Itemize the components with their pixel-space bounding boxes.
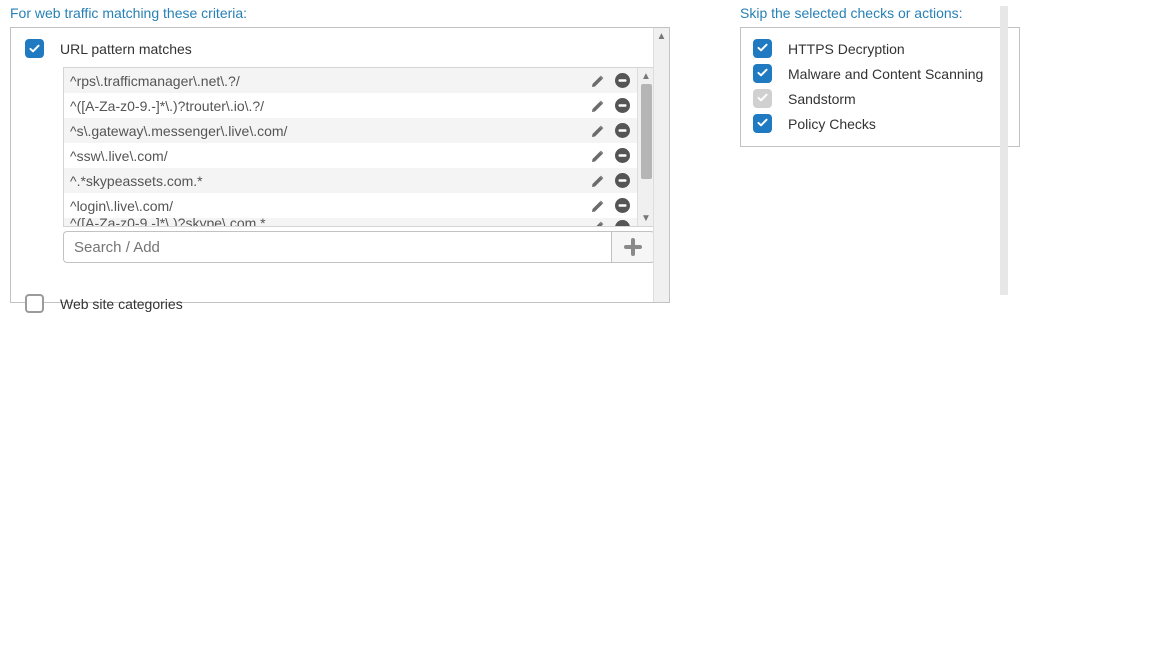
- edit-icon[interactable]: [589, 197, 607, 215]
- list-item: ^.*skypeassets.com.*: [64, 168, 637, 193]
- check-icon: [756, 91, 769, 107]
- add-button[interactable]: [611, 231, 655, 263]
- skip-check-label: Malware and Content Scanning: [788, 66, 983, 82]
- edit-icon[interactable]: [589, 172, 607, 190]
- list-item: ^([A-Za-z0-9.-]*\.)?trouter\.io\.?/: [64, 93, 637, 118]
- list-item: ^([A-Za-z0-9.-]*\.)?skype\.com.*: [64, 218, 637, 226]
- search-input[interactable]: [63, 231, 611, 263]
- edit-icon[interactable]: [589, 122, 607, 140]
- check-icon: [756, 116, 769, 132]
- list-item: ^rps\.trafficmanager\.net\.?/: [64, 68, 637, 93]
- skip-check-row: Policy Checks: [751, 111, 1009, 136]
- url-pattern-label: URL pattern matches: [60, 41, 192, 57]
- right-divider: [1000, 6, 1008, 295]
- list-item-text: ^([A-Za-z0-9.-]*\.)?trouter\.io\.?/: [70, 98, 589, 114]
- list-item: ^s\.gateway\.messenger\.live\.com/: [64, 118, 637, 143]
- list-item-text: ^s\.gateway\.messenger\.live\.com/: [70, 123, 589, 139]
- edit-icon[interactable]: [589, 97, 607, 115]
- url-pattern-list: ^rps\.trafficmanager\.net\.?/ ^([A-Za-z0-…: [63, 67, 655, 227]
- panel-scrollbar[interactable]: ▲: [653, 28, 669, 302]
- skip-check-checkbox: [753, 89, 772, 108]
- skip-check-checkbox[interactable]: [753, 64, 772, 83]
- remove-icon[interactable]: [613, 72, 631, 90]
- remove-icon[interactable]: [613, 218, 631, 226]
- skip-check-label: HTTPS Decryption: [788, 41, 905, 57]
- list-item-text: ^([A-Za-z0-9.-]*\.)?skype\.com.*: [70, 218, 589, 226]
- web-site-categories-checkbox[interactable]: [25, 294, 44, 313]
- skip-check-row: Sandstorm: [751, 86, 1009, 111]
- check-icon: [756, 41, 769, 57]
- url-pattern-checkbox[interactable]: [25, 39, 44, 58]
- skip-check-row: Malware and Content Scanning: [751, 61, 1009, 86]
- remove-icon[interactable]: [613, 147, 631, 165]
- skip-check-checkbox[interactable]: [753, 39, 772, 58]
- right-section-title: Skip the selected checks or actions:: [740, 5, 1020, 21]
- remove-icon[interactable]: [613, 97, 631, 115]
- plus-icon: [623, 237, 643, 257]
- scroll-down-icon[interactable]: ▼: [638, 210, 654, 226]
- list-item: ^ssw\.live\.com/: [64, 143, 637, 168]
- criteria-panel: URL pattern matches ^rps\.trafficmanager…: [10, 27, 670, 303]
- check-icon: [28, 42, 41, 55]
- skip-check-checkbox[interactable]: [753, 114, 772, 133]
- list-item-text: ^.*skypeassets.com.*: [70, 173, 589, 189]
- check-icon: [756, 66, 769, 82]
- edit-icon[interactable]: [589, 218, 607, 226]
- remove-icon[interactable]: [613, 172, 631, 190]
- list-item-text: ^ssw\.live\.com/: [70, 148, 589, 164]
- list-item: ^login\.live\.com/: [64, 193, 637, 218]
- remove-icon[interactable]: [613, 197, 631, 215]
- scrollbar[interactable]: ▲ ▼: [637, 68, 654, 226]
- scroll-thumb[interactable]: [641, 84, 652, 179]
- skip-check-row: HTTPS Decryption: [751, 36, 1009, 61]
- url-pattern-row: URL pattern matches: [11, 36, 669, 61]
- list-item-text: ^rps\.trafficmanager\.net\.?/: [70, 73, 589, 89]
- edit-icon[interactable]: [589, 72, 607, 90]
- skip-checks-panel: HTTPS Decryption Malware and Content Scan…: [740, 27, 1020, 147]
- skip-check-label: Sandstorm: [788, 91, 856, 107]
- web-site-categories-row: Web site categories: [11, 291, 669, 316]
- panel-scroll-up-icon[interactable]: ▲: [654, 28, 669, 44]
- scroll-up-icon[interactable]: ▲: [638, 68, 654, 84]
- edit-icon[interactable]: [589, 147, 607, 165]
- left-section-title: For web traffic matching these criteria:: [10, 5, 670, 21]
- skip-check-label: Policy Checks: [788, 116, 876, 132]
- web-site-categories-label: Web site categories: [60, 296, 183, 312]
- remove-icon[interactable]: [613, 122, 631, 140]
- list-item-text: ^login\.live\.com/: [70, 198, 589, 214]
